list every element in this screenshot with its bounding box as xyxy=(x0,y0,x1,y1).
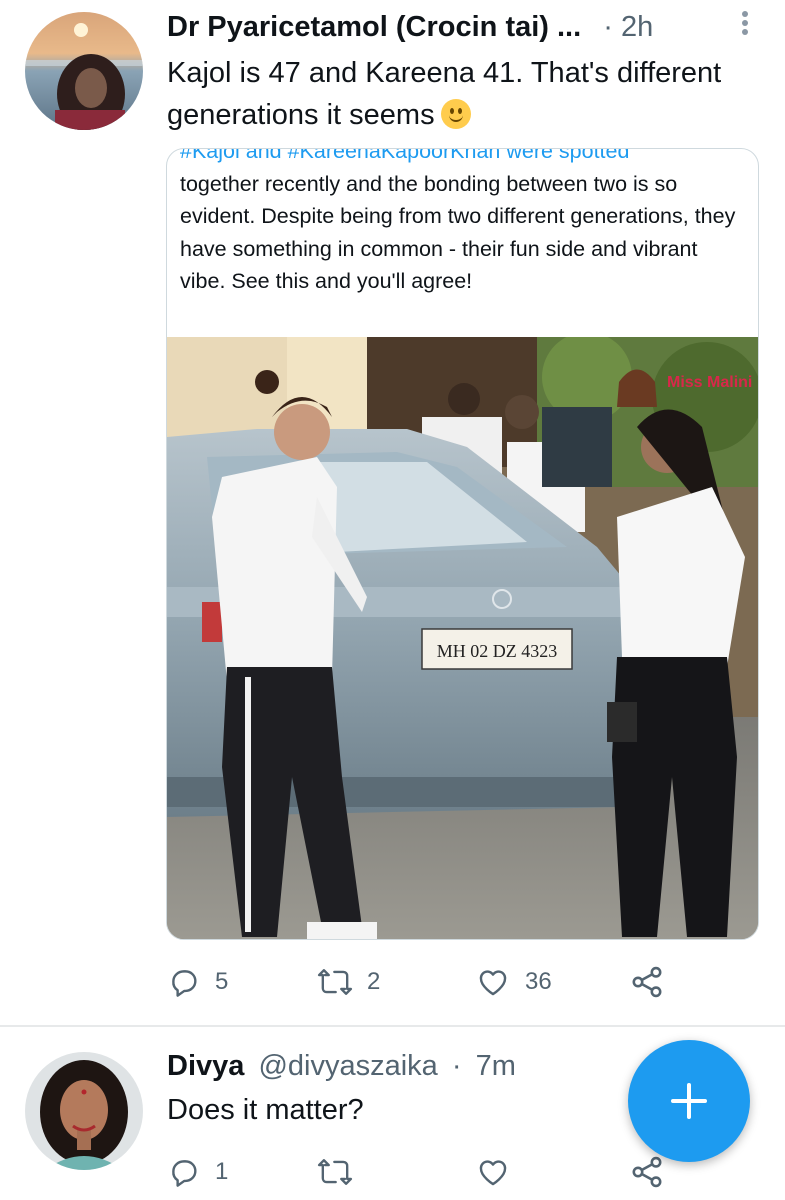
avatar[interactable] xyxy=(25,1052,143,1170)
license-plate-text: MH 02 DZ 4323 xyxy=(437,641,558,661)
share-icon xyxy=(629,964,665,1000)
reply-icon xyxy=(167,965,201,999)
reply-icon xyxy=(167,1155,201,1189)
smiling-face-emoji xyxy=(440,99,471,129)
share-icon xyxy=(629,1154,665,1190)
author-name[interactable]: Divya xyxy=(167,1050,244,1082)
author-handle[interactable]: @divyaszaika xyxy=(258,1050,437,1082)
retweet-button[interactable] xyxy=(317,1152,353,1192)
separator-dot: · xyxy=(603,11,613,43)
timestamp[interactable]: 2h xyxy=(621,11,653,43)
retweet-button[interactable]: 2 xyxy=(317,962,380,1002)
like-icon xyxy=(475,965,511,999)
like-icon xyxy=(475,1155,511,1189)
tweet-header: Dr Pyaricetamol (Crocin tai) ... · 2h xyxy=(167,10,745,44)
media-photo[interactable]: MH 02 DZ 4323 Miss Malini xyxy=(167,337,758,939)
share-button[interactable] xyxy=(629,1152,665,1192)
retweet-icon xyxy=(317,1155,353,1189)
avatar[interactable] xyxy=(25,12,143,130)
caption-text: together recently and the bonding betwee… xyxy=(180,171,736,294)
reply-count: 1 xyxy=(215,1158,229,1185)
tweet-actions: 5 2 36 xyxy=(167,962,745,1002)
tweet[interactable]: Dr Pyaricetamol (Crocin tai) ... · 2h Ka… xyxy=(0,0,785,1025)
share-button[interactable] xyxy=(629,962,665,1002)
like-button[interactable]: 36 xyxy=(475,962,552,1002)
reply-button[interactable]: 1 xyxy=(167,1152,228,1192)
author-name[interactable]: Dr Pyaricetamol (Crocin tai) ... xyxy=(167,11,581,43)
reply-button[interactable]: 5 xyxy=(167,962,228,1002)
compose-tweet-button[interactable] xyxy=(628,1040,750,1162)
separator-dot: · xyxy=(451,1050,462,1082)
caption-hashtags: #Kajol and #KareenaKapoorKhan were spott… xyxy=(180,148,630,163)
tweet-text: Kajol is 47 and Kareena 41. That's diffe… xyxy=(167,57,722,131)
like-count: 36 xyxy=(525,968,552,995)
media-caption: #Kajol and #KareenaKapoorKhan were spott… xyxy=(180,148,738,298)
retweet-count: 2 xyxy=(367,968,381,995)
like-button[interactable] xyxy=(475,1152,511,1192)
retweet-icon xyxy=(317,965,353,999)
timestamp[interactable]: 7m xyxy=(476,1050,516,1082)
watermark-text: Miss Malini xyxy=(667,374,752,391)
reply-count: 5 xyxy=(215,968,229,995)
tweet-actions: 1 xyxy=(167,1152,745,1192)
quoted-media-card[interactable]: #Kajol and #KareenaKapoorKhan were spott… xyxy=(166,148,759,940)
more-options-icon[interactable] xyxy=(741,8,749,40)
